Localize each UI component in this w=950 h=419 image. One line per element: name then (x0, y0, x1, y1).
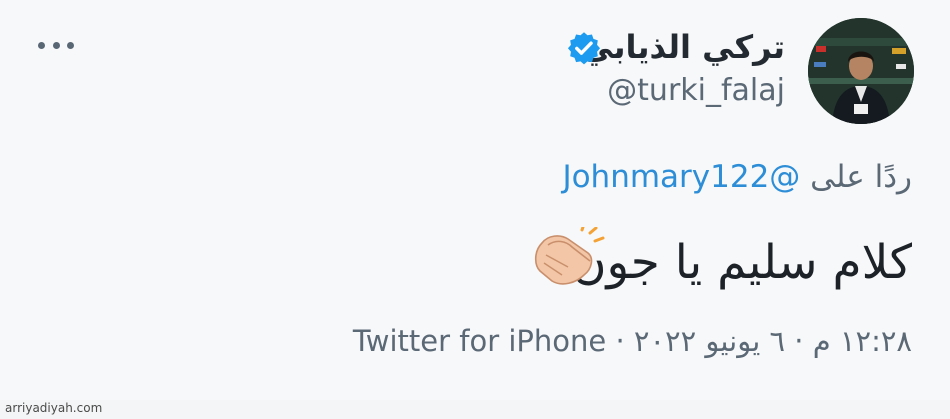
tweet-source[interactable]: Twitter for iPhone (353, 324, 606, 358)
reply-mention-link[interactable]: @Johnmary122 (562, 159, 800, 195)
verified-badge-icon (567, 32, 601, 65)
more-options-button[interactable] (38, 36, 74, 54)
user-handle[interactable]: @turki_falaj (607, 73, 785, 108)
display-name[interactable]: تركي الذيابي (581, 28, 785, 66)
tweet-timestamp[interactable]: ١٢:٢٨ م · ٦ يونيو ٢٠٢٢ (634, 324, 912, 358)
reply-context: ردًا على @Johnmary122 (562, 159, 912, 195)
avatar[interactable] (808, 18, 914, 124)
tweet-meta: ١٢:٢٨ م · ٦ يونيو ٢٠٢٢ · Twitter for iPh… (353, 324, 912, 358)
tweet-text: كلام سليم يا جون (572, 235, 912, 290)
watermark: arriyadiyah.com (5, 401, 103, 415)
clapping-hands-emoji (534, 227, 605, 285)
more-dots-icon (38, 41, 45, 49)
meta-separator: · (615, 324, 625, 358)
tweet-card: تركي الذيابي @turki_falaj ردًا على @John… (0, 0, 950, 400)
reply-prefix: ردًا على (810, 159, 912, 195)
